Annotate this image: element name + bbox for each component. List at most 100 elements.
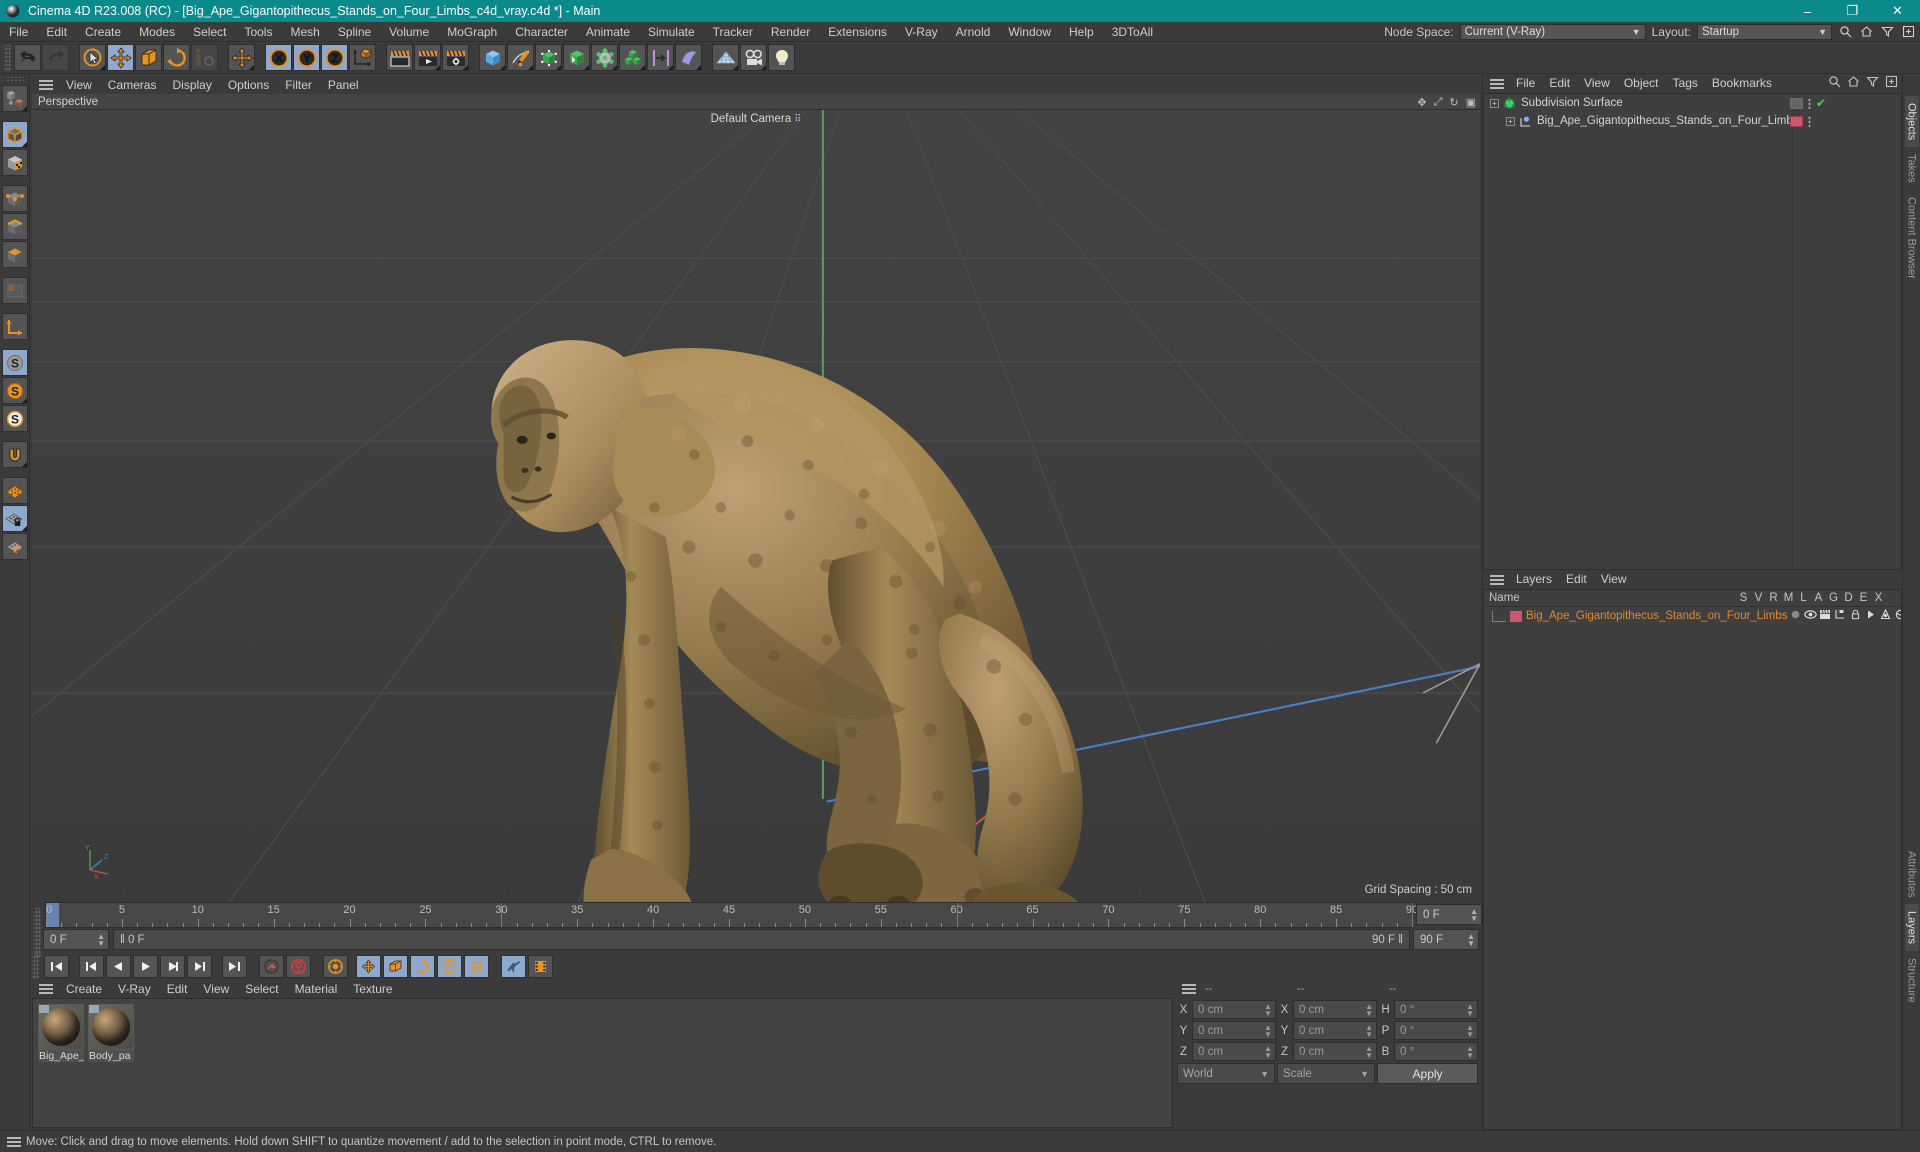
material-panel-menu-icon[interactable]: [38, 982, 54, 996]
select-tool[interactable]: [79, 44, 106, 71]
axis-y-toggle[interactable]: Y: [293, 44, 320, 71]
menu-spline[interactable]: Spline: [329, 22, 380, 42]
position-z-input[interactable]: 0 cm ▲ ▼: [1192, 1042, 1276, 1061]
mograph-button[interactable]: [619, 44, 646, 71]
spinner-icon[interactable]: ▲ ▼: [1466, 1045, 1474, 1060]
add-panel-icon[interactable]: [1901, 24, 1916, 39]
material-swatch-area[interactable]: Big_Ape_ Body_pa: [32, 998, 1173, 1128]
position-x-input[interactable]: 0 cm ▲ ▼: [1192, 1000, 1276, 1019]
tab-objects[interactable]: Objects: [1904, 96, 1919, 148]
size-z-input[interactable]: 0 cm ▲ ▼: [1293, 1042, 1377, 1061]
layer-animation-cell[interactable]: [1863, 609, 1878, 623]
world-axis-move-button[interactable]: [228, 44, 255, 71]
edges-mode-button[interactable]: [1, 213, 28, 240]
points-mode-button[interactable]: [1, 185, 28, 212]
spinner-icon[interactable]: ▲ ▼: [1365, 1024, 1373, 1039]
add-icon[interactable]: [1885, 75, 1898, 91]
material-menu-view[interactable]: View: [195, 980, 237, 998]
object-menu-file[interactable]: File: [1509, 74, 1542, 93]
menu-window[interactable]: Window: [999, 22, 1060, 42]
spinner-icon[interactable]: ▲ ▼: [1264, 1003, 1272, 1018]
apply-button[interactable]: Apply: [1377, 1063, 1478, 1084]
quantize-snap-button[interactable]: S: [1, 405, 28, 432]
timeline-right-frame-field[interactable]: 0 F ▲ ▼: [1416, 904, 1482, 925]
menu-arnold[interactable]: Arnold: [947, 22, 1000, 42]
scene-node-button[interactable]: [591, 44, 618, 71]
material-item[interactable]: Big_Ape_: [38, 1004, 84, 1062]
material-item[interactable]: Body_pa: [88, 1004, 134, 1062]
texture-mode-button[interactable]: [1, 149, 28, 176]
lock-workplane-button[interactable]: [1, 505, 28, 532]
object-menu-bookmarks[interactable]: Bookmarks: [1705, 74, 1779, 93]
timeline-ruler[interactable]: 051015202530354045505560657075808590: [45, 902, 1418, 928]
minimize-button[interactable]: –: [1785, 0, 1830, 22]
menu-select[interactable]: Select: [184, 22, 235, 42]
tab-attributes[interactable]: Attributes: [1905, 844, 1919, 904]
search-icon[interactable]: [1838, 24, 1853, 39]
viewport-menu-cameras[interactable]: Cameras: [100, 76, 165, 94]
menu-modes[interactable]: Modes: [130, 22, 184, 42]
layer-render-cell[interactable]: [1818, 609, 1833, 623]
layer-menu-edit[interactable]: Edit: [1559, 570, 1594, 589]
object-tree[interactable]: + Subdivision Surface ✔ + Big_Ape_Gigant…: [1483, 93, 1902, 570]
viewport-menu-panel[interactable]: Panel: [320, 76, 367, 94]
expand-toggle[interactable]: +: [1506, 116, 1515, 126]
spinner-icon[interactable]: ▲ ▼: [1365, 1045, 1373, 1060]
dots-icon[interactable]: [1808, 97, 1811, 109]
viewport-menu-view[interactable]: View: [58, 76, 100, 94]
filmstrip-button[interactable]: [528, 954, 553, 978]
maximize-button[interactable]: ❐: [1830, 0, 1875, 22]
menu-simulate[interactable]: Simulate: [639, 22, 704, 42]
snap-mode-button[interactable]: S: [1, 349, 28, 376]
step-forward-button[interactable]: [160, 954, 185, 978]
axis-x-toggle[interactable]: X: [265, 44, 292, 71]
undo-button[interactable]: [14, 44, 41, 71]
object-menu-edit[interactable]: Edit: [1542, 74, 1577, 93]
object-row-big-ape[interactable]: + Big_Ape_Gigantopithecus_Stands_on_Four…: [1484, 112, 1901, 130]
layer-manager-cell[interactable]: [1833, 609, 1848, 623]
spinner-icon[interactable]: ▲ ▼: [1466, 1024, 1474, 1039]
menu-animate[interactable]: Animate: [577, 22, 639, 42]
transport-grip[interactable]: [32, 953, 39, 979]
autokeying-button[interactable]: [286, 954, 311, 978]
menu-file[interactable]: File: [0, 22, 37, 42]
menu-mograph[interactable]: MoGraph: [438, 22, 506, 42]
coordinates-panel-menu-icon[interactable]: [1181, 982, 1197, 996]
material-menu-v-ray[interactable]: V-Ray: [110, 980, 159, 998]
menu-3dtoall[interactable]: 3DToAll: [1103, 22, 1162, 42]
cloth-button[interactable]: [675, 44, 702, 71]
object-row-subdivision-surface[interactable]: + Subdivision Surface ✔: [1484, 94, 1901, 112]
coordinate-space-select[interactable]: World ▼: [1177, 1063, 1276, 1084]
play-button[interactable]: [133, 954, 158, 978]
layer-deformer-cell[interactable]: [1893, 609, 1901, 623]
viewport-menu-options[interactable]: Options: [220, 76, 277, 94]
size-y-input[interactable]: 0 cm ▲ ▼: [1293, 1021, 1377, 1040]
home-icon[interactable]: [1847, 75, 1860, 91]
menu-edit[interactable]: Edit: [37, 22, 76, 42]
light-bulb-button[interactable]: [768, 44, 795, 71]
rotation-key-button[interactable]: [410, 954, 435, 978]
menu-render[interactable]: Render: [762, 22, 819, 42]
menu-mesh[interactable]: Mesh: [281, 22, 328, 42]
left-toolbar-grip[interactable]: [5, 76, 24, 83]
material-menu-select[interactable]: Select: [237, 980, 286, 998]
preview-range-bar[interactable]: ‖ 0 F 90 F ‖: [113, 929, 1410, 950]
status-menu-icon[interactable]: [6, 1135, 22, 1149]
sound-button[interactable]: [501, 954, 526, 978]
menu-extensions[interactable]: Extensions: [819, 22, 896, 42]
menu-character[interactable]: Character: [506, 22, 577, 42]
generator-nurbs-button[interactable]: [535, 44, 562, 71]
tab-structure[interactable]: Structure: [1905, 951, 1919, 1010]
material-menu-create[interactable]: Create: [58, 980, 110, 998]
rotate-tool[interactable]: [163, 44, 190, 71]
magnet-button[interactable]: [1, 441, 28, 468]
field-button[interactable]: [647, 44, 674, 71]
node-space-select[interactable]: Current (V-Ray) ▼: [1459, 23, 1646, 40]
layer-solo-cell[interactable]: [1788, 609, 1803, 623]
layer-menu-view[interactable]: View: [1594, 570, 1634, 589]
go-to-end-button[interactable]: [222, 954, 247, 978]
viewport-panel-menu-icon[interactable]: [38, 78, 54, 92]
object-panel-menu-icon[interactable]: [1489, 77, 1505, 91]
check-icon[interactable]: ✔: [1816, 96, 1826, 110]
scale-tool[interactable]: [135, 44, 162, 71]
